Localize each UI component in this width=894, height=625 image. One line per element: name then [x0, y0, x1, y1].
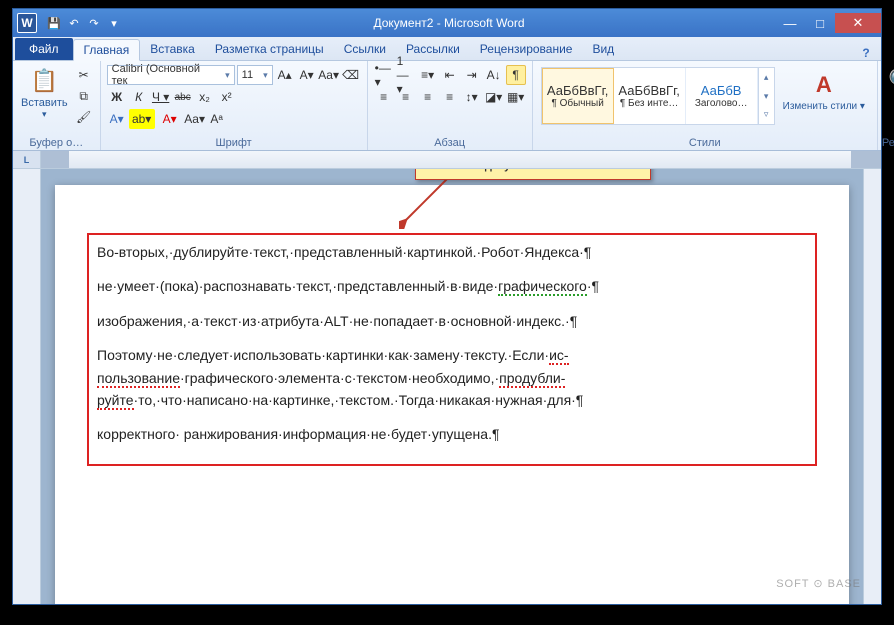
ribbon-tabs: Файл Главная Вставка Разметка страницы С…	[13, 37, 881, 61]
group-paragraph: •—▾ 1—▾ ≡▾ ⇤ ⇥ A↓ ¶ ≡ ≡ ≡ ≡ ↕▾ ◪▾ ▦▾	[368, 61, 533, 150]
bold-button[interactable]: Ж	[107, 87, 127, 107]
find-icon: 🔍	[886, 65, 894, 97]
style-normal[interactable]: АаБбВвГг, ¶ Обычный	[542, 68, 614, 124]
help-icon[interactable]: ?	[857, 46, 875, 60]
format-painter-button[interactable]: 🖌	[74, 107, 94, 127]
highlight-button[interactable]: ab▾	[129, 109, 155, 129]
find-button[interactable]: 🔍	[882, 63, 894, 136]
change-case-button[interactable]: Aa▾	[319, 65, 339, 85]
page[interactable]: Ctrl+V - вставит скопированный в буфер т…	[55, 185, 849, 604]
maximize-button[interactable]: □	[805, 13, 835, 33]
copy-button[interactable]: ⧉	[74, 86, 94, 106]
tab-file[interactable]: Файл	[15, 38, 73, 60]
paste-icon: 📋	[28, 65, 60, 97]
borders-button[interactable]: ▦▾	[506, 87, 526, 107]
selection-box: Во-вторых,·дублируйте·текст,·представлен…	[87, 233, 817, 466]
clear-format-button[interactable]: ⌫	[341, 65, 361, 85]
group-font: Calibri (Основной тек 11 A▴ A▾ Aa▾ ⌫ Ж К…	[101, 61, 368, 150]
ribbon: 📋 Вставить ▾ ✂ ⧉ 🖌 Буфер о… Calibri (Осн…	[13, 61, 881, 151]
dedent-button[interactable]: ⇤	[440, 65, 460, 85]
doc-paragraph[interactable]: Во-вторых,·дублируйте·текст,·представлен…	[97, 241, 807, 263]
indent-button[interactable]: ⇥	[462, 65, 482, 85]
tab-insert[interactable]: Вставка	[140, 38, 205, 60]
group-label: Буфер о…	[17, 136, 96, 150]
group-label: Редактирование	[882, 136, 894, 150]
shrink-font-button[interactable]: A▾	[297, 65, 317, 85]
doc-paragraph[interactable]: корректного· ранжирования·информация·не·…	[97, 423, 807, 445]
superscript-button[interactable]: x²	[217, 87, 237, 107]
tab-selector[interactable]: L	[13, 151, 41, 168]
font-dialog-button[interactable]: Aᵃ	[207, 109, 227, 129]
paste-label: Вставить	[21, 97, 68, 109]
window-title: Документ2 - Microsoft Word	[123, 16, 775, 30]
vertical-ruler[interactable]	[13, 169, 41, 604]
document-area[interactable]: Ctrl+V - вставит скопированный в буфер т…	[41, 169, 863, 604]
callout-tooltip: Ctrl+V - вставит скопированный в буфер т…	[415, 169, 651, 180]
strike-button[interactable]: abc	[173, 87, 193, 107]
show-marks-button[interactable]: ¶	[506, 65, 526, 85]
grow-font-button[interactable]: A▴	[275, 65, 295, 85]
font-color-button[interactable]: A▾	[157, 109, 183, 129]
paste-button[interactable]: 📋 Вставить ▾	[17, 63, 72, 136]
numbering-button[interactable]: 1—▾	[396, 65, 416, 85]
style-no-spacing[interactable]: АаБбВвГг, ¶ Без инте…	[614, 68, 686, 124]
change-styles-button[interactable]: A Изменить стили ▾	[779, 67, 869, 114]
undo-button[interactable]: ↶	[65, 14, 83, 32]
group-label: Стили	[537, 136, 873, 150]
doc-paragraph[interactable]: изображения,·а·текст·из·атрибута·ALT·не·…	[97, 310, 807, 332]
tab-review[interactable]: Рецензирование	[470, 38, 583, 60]
title-bar: W 💾 ↶ ↷ ▾ Документ2 - Microsoft Word — □…	[13, 9, 881, 37]
close-button[interactable]: ✕	[835, 13, 881, 33]
line-spacing-button[interactable]: ↕▾	[462, 87, 482, 107]
gallery-scroll[interactable]: ▴▾▿	[758, 68, 774, 124]
qat-more-button[interactable]: ▾	[105, 14, 123, 32]
tab-references[interactable]: Ссылки	[334, 38, 396, 60]
align-center-button[interactable]: ≡	[396, 87, 416, 107]
italic-button[interactable]: К	[129, 87, 149, 107]
font-name-combo[interactable]: Calibri (Основной тек	[107, 65, 235, 85]
change-case2-button[interactable]: Aa▾	[185, 109, 205, 129]
font-size-combo[interactable]: 11	[237, 65, 273, 85]
cut-button[interactable]: ✂	[74, 65, 94, 85]
redo-button[interactable]: ↷	[85, 14, 103, 32]
minimize-button[interactable]: —	[775, 13, 805, 33]
style-heading1[interactable]: АаБбВ Заголово…	[686, 68, 758, 124]
app-icon: W	[17, 13, 37, 33]
underline-button[interactable]: Ч ▾	[151, 87, 171, 107]
quick-access-toolbar: 💾 ↶ ↷ ▾	[45, 14, 123, 32]
watermark: SOFT ⊙ BASE	[776, 577, 861, 590]
align-left-button[interactable]: ≡	[374, 87, 394, 107]
shading-button[interactable]: ◪▾	[484, 87, 504, 107]
tab-layout[interactable]: Разметка страницы	[205, 38, 334, 60]
multilevel-button[interactable]: ≡▾	[418, 65, 438, 85]
group-editing: 🔍 Редактирование	[878, 61, 894, 150]
tab-home[interactable]: Главная	[73, 39, 141, 61]
subscript-button[interactable]: x₂	[195, 87, 215, 107]
align-right-button[interactable]: ≡	[418, 87, 438, 107]
change-styles-icon: A	[808, 69, 840, 101]
horizontal-ruler[interactable]: L	[13, 151, 881, 169]
group-clipboard: 📋 Вставить ▾ ✂ ⧉ 🖌 Буфер о…	[13, 61, 101, 150]
doc-paragraph[interactable]: Поэтому·не·следует·использовать·картинки…	[97, 344, 807, 411]
doc-paragraph[interactable]: не·умеет·(пока)·распознавать·текст,·пред…	[97, 275, 807, 297]
sort-button[interactable]: A↓	[484, 65, 504, 85]
styles-gallery[interactable]: АаБбВвГг, ¶ Обычный АаБбВвГг, ¶ Без инте…	[541, 67, 775, 125]
align-justify-button[interactable]: ≡	[440, 87, 460, 107]
tab-view[interactable]: Вид	[582, 38, 624, 60]
group-label: Шрифт	[105, 136, 363, 150]
group-styles: АаБбВвГг, ¶ Обычный АаБбВвГг, ¶ Без инте…	[533, 61, 878, 150]
text-effects-button[interactable]: A▾	[107, 109, 127, 129]
bullets-button[interactable]: •—▾	[374, 65, 394, 85]
group-label: Абзац	[372, 136, 528, 150]
vertical-scrollbar[interactable]	[863, 169, 881, 604]
save-button[interactable]: 💾	[45, 14, 63, 32]
